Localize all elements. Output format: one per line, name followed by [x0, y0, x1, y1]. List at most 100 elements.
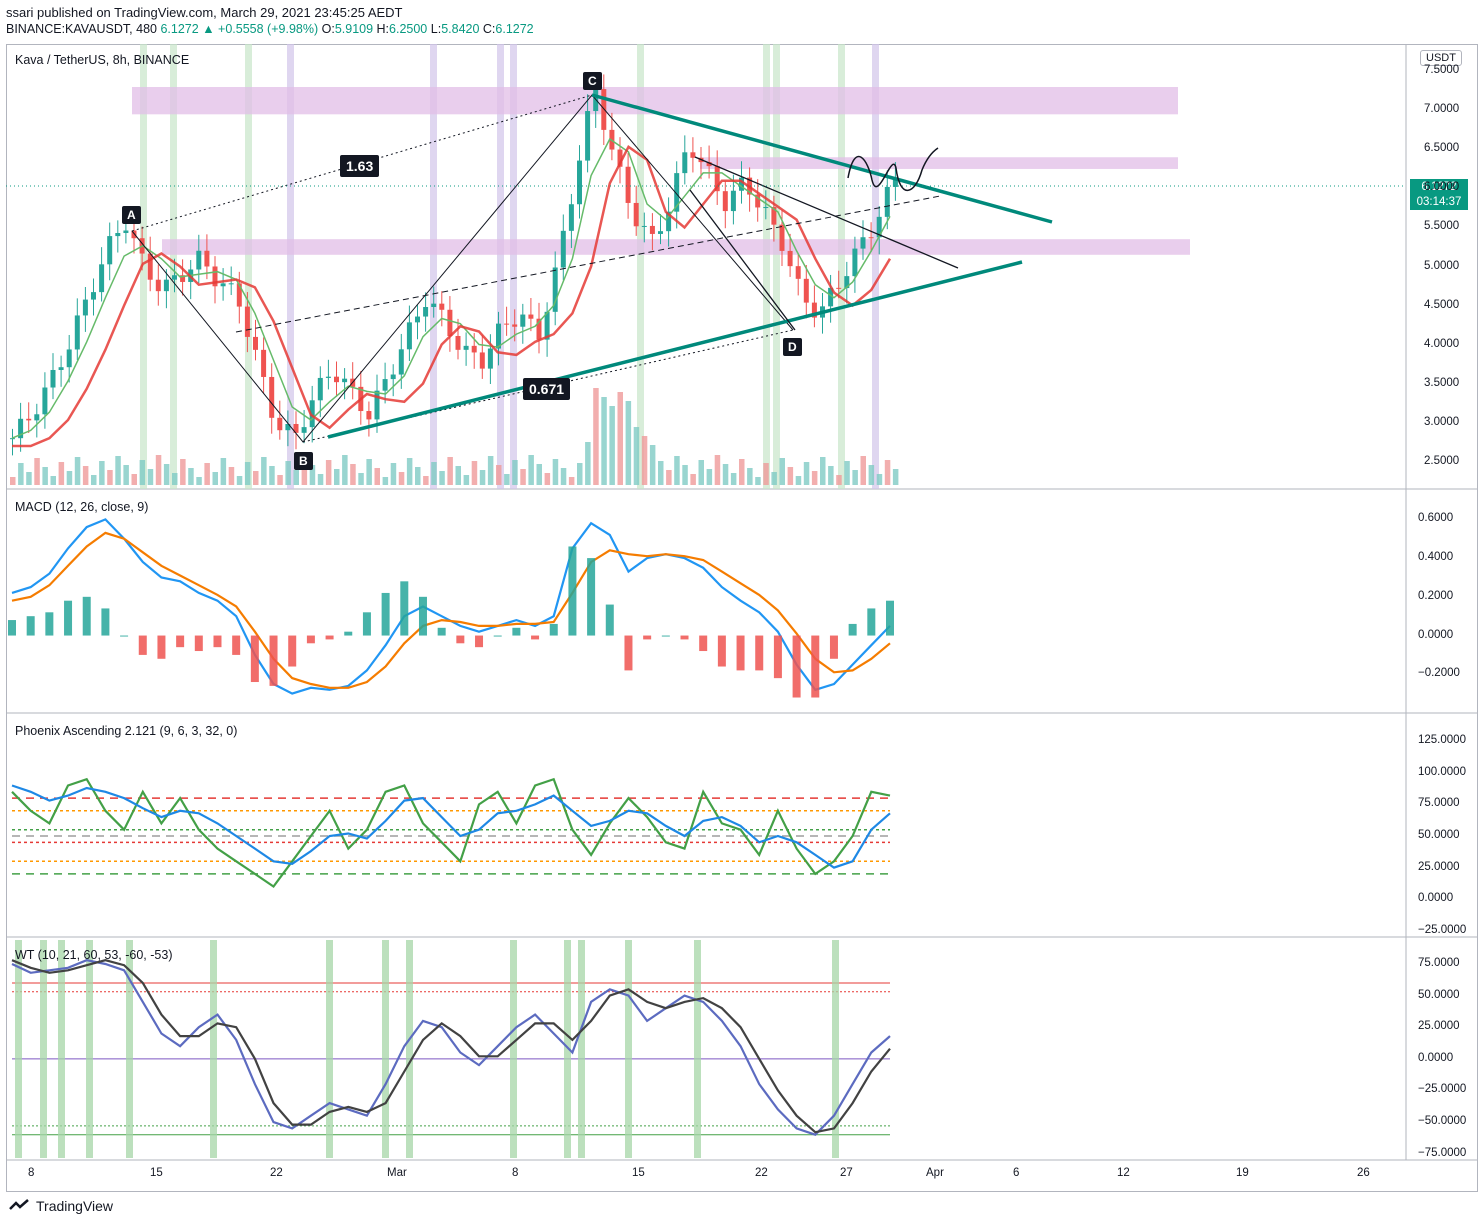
volume-bar: [528, 455, 534, 485]
candle-body: [730, 190, 736, 212]
volume-bar: [463, 475, 470, 485]
candle-body: [390, 374, 396, 380]
candle-body: [163, 279, 169, 292]
candle-body: [155, 279, 161, 292]
volume-bar: [277, 475, 283, 485]
volume-bar: [577, 463, 583, 485]
candle-body: [722, 191, 728, 212]
candle-body: [301, 427, 307, 433]
volume-bar: [139, 460, 146, 485]
time-axis-label: 22: [755, 1167, 768, 1179]
candle-body: [439, 303, 445, 310]
pattern-label-a: A: [122, 206, 141, 224]
candle-body: [431, 303, 437, 308]
macd-axis-label: 0.2000: [1418, 589, 1454, 602]
price-axis-label: 5.0000: [1424, 259, 1460, 272]
candle-body: [74, 315, 80, 350]
volume-bar: [163, 464, 170, 485]
volume-bar: [625, 401, 632, 485]
time-axis-label: 26: [1357, 1167, 1370, 1179]
candle-body: [317, 377, 323, 401]
candle-body: [447, 309, 453, 336]
volume-bar: [382, 477, 389, 485]
volume-bar: [228, 467, 235, 485]
time-axis-label: 22: [270, 1167, 283, 1179]
volume-bar: [244, 462, 251, 485]
volume-bar: [34, 458, 40, 485]
phoenix-axis-label: 75.0000: [1418, 797, 1460, 810]
macd-histogram-bar: [717, 635, 726, 667]
volume-bar: [10, 477, 16, 485]
volume-bar: [415, 467, 421, 485]
candle-body: [641, 225, 647, 227]
price-axis-label: 2.5000: [1424, 454, 1460, 467]
macd-histogram-bar: [250, 635, 259, 683]
price-axis-label: 3.5000: [1424, 376, 1460, 389]
candle-body: [228, 283, 234, 285]
wt-axis-label: −25.0000: [1418, 1083, 1467, 1096]
candle-body: [884, 186, 890, 217]
volume-bar: [91, 475, 97, 485]
volume-bar: [617, 392, 623, 485]
macd-histogram-bar: [531, 635, 540, 640]
volume-bar: [431, 462, 437, 485]
volume-bar: [593, 388, 599, 485]
macd-histogram-bar: [344, 631, 353, 636]
candle-body: [633, 202, 639, 227]
candle-body: [91, 292, 96, 300]
volume-bar: [334, 469, 340, 485]
volume-bar: [544, 473, 551, 485]
volume-bar: [811, 471, 818, 485]
candle-body: [625, 166, 631, 203]
macd-histogram-bar: [661, 635, 670, 637]
macd-histogram-bar: [587, 558, 596, 636]
macd-histogram-bar: [194, 635, 203, 652]
volume-bar: [212, 472, 218, 485]
candle-body: [50, 369, 56, 388]
volume-bar: [18, 463, 24, 485]
candle-body: [398, 349, 404, 375]
candle-body: [115, 233, 121, 237]
volume-bar: [520, 469, 526, 485]
time-axis-label: 15: [632, 1167, 645, 1179]
volume-bar: [342, 455, 348, 485]
price-axis-label: 7.0000: [1424, 103, 1460, 116]
volume-bar: [828, 466, 834, 485]
volume-bar: [585, 442, 591, 485]
volume-bar: [682, 465, 688, 485]
wt-axis-label: 75.0000: [1418, 956, 1460, 969]
volume-bar: [253, 471, 259, 485]
volume-bar: [649, 445, 656, 485]
macd-axis-label: 0.4000: [1418, 551, 1454, 564]
resistance-zone: [162, 239, 1190, 255]
candle-body: [42, 387, 48, 415]
macd-histogram-bar: [138, 635, 147, 655]
wt-signal-band: [406, 940, 413, 1158]
candle-body: [803, 278, 809, 303]
macd-histogram-bar: [867, 608, 876, 636]
candle-body: [172, 275, 177, 280]
candle-body: [763, 207, 769, 209]
candle-body: [196, 250, 202, 270]
volume-bar: [479, 470, 486, 485]
time-axis-label: 12: [1117, 1167, 1130, 1179]
candle-body: [382, 379, 388, 391]
candle-body: [342, 378, 348, 383]
price-axis-label: 5.5000: [1424, 220, 1460, 233]
candle-body: [66, 349, 72, 368]
volume-bar: [844, 461, 850, 485]
volume-bar: [155, 455, 162, 485]
candle-body: [423, 307, 429, 317]
chart-canvas[interactable]: [0, 0, 1484, 1225]
candle-body: [325, 376, 331, 378]
wt-signal-band: [578, 940, 585, 1158]
macd-histogram-bar: [362, 612, 371, 636]
candle-body: [99, 264, 105, 293]
price-axis-label: 3.0000: [1424, 415, 1460, 428]
candle-body: [512, 324, 518, 327]
wt-axis-label: 0.0000: [1418, 1051, 1454, 1064]
macd-axis-label: 0.0000: [1418, 628, 1454, 641]
volume-bar: [666, 470, 672, 485]
time-axis-label: 6: [1013, 1167, 1020, 1179]
candle-body: [520, 314, 526, 327]
